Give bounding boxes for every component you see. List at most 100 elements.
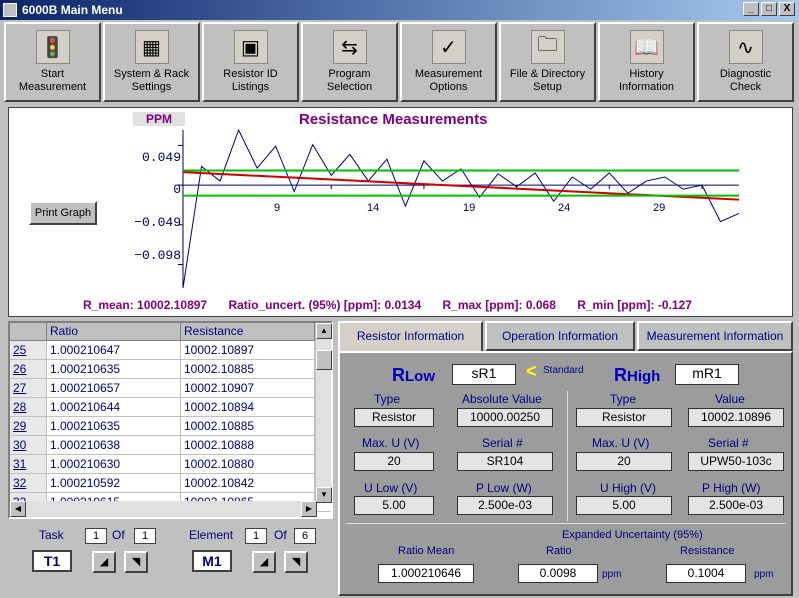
- table-row[interactable]: 26 1.000210635 10002.10885: [10, 360, 331, 379]
- stat-min: R_min [ppm]: -0.127: [577, 298, 692, 312]
- toolbar-button-label: Start Measurement: [18, 68, 87, 93]
- header-resistance[interactable]: Resistance: [181, 323, 315, 341]
- row-index: 27: [10, 379, 47, 397]
- oscilloscope-icon: ∿: [728, 30, 763, 64]
- stat-uncert: Ratio_uncert. (95%) [ppm]: 0.0134: [228, 298, 422, 312]
- ratio-label: Ratio: [546, 545, 572, 557]
- r-high-title: RHigh: [614, 365, 661, 385]
- horizontal-scrollbar[interactable]: ◀ ▶: [10, 501, 317, 517]
- table-row[interactable]: 30 1.000210638 10002.10888: [10, 436, 331, 455]
- high-p-value: 2.500e-03: [688, 496, 784, 515]
- scroll-up-icon[interactable]: ▲: [316, 323, 332, 339]
- stat-max: R_max [ppm]: 0.068: [442, 298, 556, 312]
- resistance-graph: PPM Resistance Measurements 0.049 0 −0.0…: [8, 107, 793, 317]
- window-title: 6000B Main Menu: [22, 3, 123, 17]
- ratio-cell: 1.000210638: [47, 436, 181, 454]
- low-value-label: Absolute Value: [462, 392, 542, 406]
- scroll-down-icon[interactable]: ▼: [316, 487, 332, 503]
- chart-plot: [178, 128, 740, 289]
- vertical-scrollbar[interactable]: ▲ ▼: [315, 323, 332, 503]
- scroll-left-icon[interactable]: ◀: [10, 501, 26, 517]
- task-number[interactable]: 1: [85, 528, 107, 544]
- low-serial-label: Serial #: [482, 436, 523, 450]
- toolbar-button-label: File & Directory Setup: [509, 68, 586, 93]
- toolbar-button-label: Program Selection: [326, 68, 373, 93]
- x-tick: 14: [367, 202, 380, 214]
- minimize-button[interactable]: _: [743, 2, 759, 16]
- row-index: 25: [10, 341, 47, 359]
- toolbar-button-3[interactable]: ⇆ Program Selection: [301, 22, 398, 102]
- y-tick: 0: [173, 182, 181, 197]
- arrows-icon: ⇆: [332, 30, 367, 64]
- resistor-information-panel: RLow sR1 < Standard RHigh mR1 Type Resis…: [338, 351, 793, 596]
- row-index: 28: [10, 398, 47, 416]
- toolbar-button-0[interactable]: 🚦 Start Measurement: [4, 22, 101, 102]
- ratio-unit: ppm: [602, 569, 622, 580]
- ratio-mean-value: 1.000210646: [378, 564, 474, 583]
- tab-measurement-information[interactable]: Measurement Information: [637, 321, 793, 351]
- header-index: [10, 323, 47, 341]
- toolbar-button-6[interactable]: 📖 History Information: [598, 22, 695, 102]
- toolbar-button-2[interactable]: ▣ Resistor ID Listings: [202, 22, 299, 102]
- resistance-cell: 10002.10885: [181, 417, 315, 435]
- high-maxu-value: 20: [576, 452, 672, 471]
- standard-arrow-icon: <: [526, 361, 537, 381]
- y-tick: −0.098: [134, 248, 181, 263]
- scroll-right-icon[interactable]: ▶: [301, 501, 317, 517]
- ratio-cell: 1.000210635: [47, 360, 181, 378]
- task-total: 1: [134, 528, 156, 544]
- toolbar-button-label: Measurement Options: [414, 68, 483, 93]
- table-row[interactable]: 28 1.000210644 10002.10894: [10, 398, 331, 417]
- toolbar-button-label: Diagnostic Check: [719, 68, 772, 93]
- high-serial-label: Serial #: [708, 436, 749, 450]
- resistance-value: 0.1004: [666, 564, 746, 583]
- y-tick: −0.049: [134, 215, 181, 230]
- element-code: M1: [192, 550, 232, 572]
- tab-operation-information[interactable]: Operation Information: [485, 321, 635, 351]
- divider-vertical: [567, 391, 568, 521]
- ratio-mean-label: Ratio Mean: [398, 545, 455, 557]
- table-row[interactable]: 25 1.000210647 10002.10897: [10, 341, 331, 360]
- resistance-label: Resistance: [680, 545, 735, 557]
- toolbar-button-7[interactable]: ∿ Diagnostic Check: [697, 22, 794, 102]
- toolbar-button-4[interactable]: ✓ Measurement Options: [400, 22, 497, 102]
- scroll-thumb[interactable]: [316, 350, 332, 370]
- table-row[interactable]: 31 1.000210630 10002.10880: [10, 455, 331, 474]
- table-header: Ratio Resistance: [10, 323, 331, 341]
- close-button[interactable]: X: [779, 2, 795, 16]
- maximize-button[interactable]: □: [761, 2, 777, 16]
- task-of: Of: [112, 528, 125, 542]
- ratio-value: 0.0098: [518, 564, 598, 583]
- book-icon: 📖: [629, 30, 664, 64]
- toolbar-button-1[interactable]: ▦ System & Rack Settings: [103, 22, 200, 102]
- task-next-icon[interactable]: ◥: [124, 551, 148, 573]
- r-low-title: RLow: [392, 365, 435, 385]
- table-row[interactable]: 32 1.000210592 10002.10842: [10, 474, 331, 493]
- divider-horizontal: [346, 523, 786, 524]
- high-maxu-label: Max. U (V): [592, 436, 650, 450]
- low-p-label: P Low (W): [476, 481, 532, 495]
- toolbar-button-label: Resistor ID Listings: [223, 68, 278, 93]
- header-ratio[interactable]: Ratio: [47, 323, 181, 341]
- low-u-label: U Low (V): [364, 481, 418, 495]
- tab-resistor-information[interactable]: Resistor Information: [338, 321, 483, 352]
- table-row[interactable]: 27 1.000210657 10002.10907: [10, 379, 331, 398]
- resistance-cell: 10002.10885: [181, 360, 315, 378]
- ratio-cell: 1.000210592: [47, 474, 181, 492]
- print-graph-button[interactable]: Print Graph: [29, 201, 97, 225]
- task-prev-icon[interactable]: ◢: [92, 551, 116, 573]
- low-serial-value: SR104: [457, 452, 553, 471]
- table-row[interactable]: 29 1.000210635 10002.10885: [10, 417, 331, 436]
- element-number[interactable]: 1: [245, 528, 267, 544]
- row-index: 26: [10, 360, 47, 378]
- element-next-icon[interactable]: ◥: [284, 551, 308, 573]
- task-label: Task: [39, 528, 64, 542]
- toolbar-button-5[interactable]: 🗀 File & Directory Setup: [499, 22, 596, 102]
- resistor-id-icon: ▣: [233, 30, 268, 64]
- task-code: T1: [32, 550, 72, 572]
- element-prev-icon[interactable]: ◢: [252, 551, 276, 573]
- ratio-cell: 1.000210630: [47, 455, 181, 473]
- file-icon: 🗀: [530, 30, 565, 64]
- ratio-cell: 1.000210644: [47, 398, 181, 416]
- high-u-label: U High (V): [600, 481, 657, 495]
